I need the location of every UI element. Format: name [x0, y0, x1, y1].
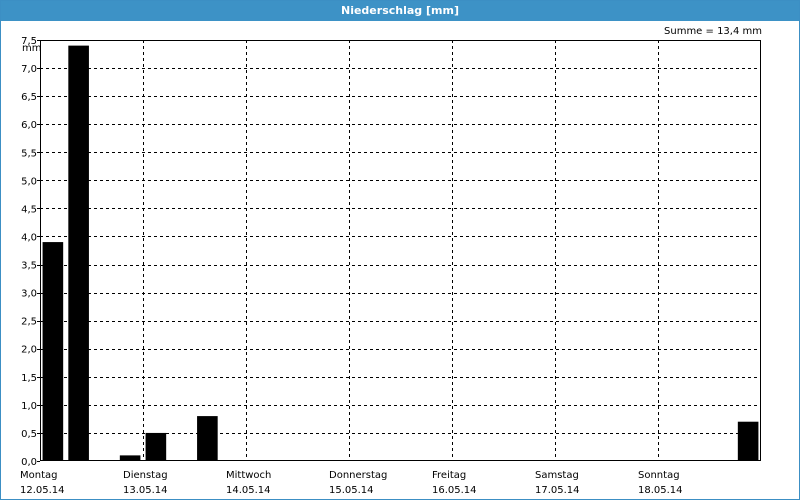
y-tick-label: 2,5: [21, 317, 37, 328]
x-tick-day: Montag: [20, 470, 57, 481]
x-tick-day: Dienstag: [123, 470, 168, 481]
y-tick-label: 3,0: [21, 289, 37, 300]
x-tick-date: 17.05.14: [535, 485, 580, 496]
y-tick-label: 6,0: [21, 120, 37, 131]
y-ticks: 0,0 0,5 1,0 1,5 2,0 2,5 3,0 3,5 4,0 4,5 5,0 5,5 6,0 6…: [21, 36, 40, 468]
x-tick-date: 14.05.14: [226, 485, 271, 496]
grid: [40, 40, 761, 461]
y-tick-label: 2,0: [21, 345, 37, 356]
y-tick-label: 5,5: [21, 148, 37, 159]
y-tick-label: 7,5: [21, 36, 37, 47]
x-tick-day: Samstag: [535, 470, 579, 481]
y-tick-label: 1,5: [21, 373, 37, 384]
x-ticks: Montag 12.05.14 Dienstag 13.05.14 Mittwoch 14…: [20, 470, 683, 496]
y-tick-label: 0,5: [21, 429, 37, 440]
y-tick-label: 4,5: [21, 204, 37, 215]
x-tick-day: Freitag: [432, 470, 466, 481]
x-tick-date: 16.05.14: [432, 485, 477, 496]
bars: [42, 45, 759, 461]
bar: [737, 421, 759, 461]
x-tick-day: Donnerstag: [329, 470, 387, 481]
x-tick-date: 12.05.14: [20, 485, 65, 496]
bar: [197, 416, 218, 461]
x-tick-day: Sonntag: [638, 470, 680, 481]
y-tick-label: 0,0: [21, 457, 37, 468]
x-tick-date: 18.05.14: [638, 485, 683, 496]
y-tick-label: 4,0: [21, 232, 37, 243]
y-tick-label: 1,0: [21, 401, 37, 412]
x-tick-date: 15.05.14: [329, 485, 374, 496]
y-tick-label: 7,0: [21, 64, 37, 75]
bar: [42, 242, 64, 461]
y-tick-label: 3,5: [21, 261, 37, 272]
bar: [145, 432, 167, 461]
y-tick-label: 6,5: [21, 92, 37, 103]
y-tick-label: 5,0: [21, 176, 37, 187]
x-tick-date: 13.05.14: [123, 485, 168, 496]
precipitation-chart: mm 0,00,51,01,52,02,53,03,54,04,55,05,56…: [20, 36, 761, 496]
bar: [68, 45, 89, 461]
x-tick-day: Mittwoch: [226, 470, 271, 481]
plot-frame: [40, 40, 761, 461]
